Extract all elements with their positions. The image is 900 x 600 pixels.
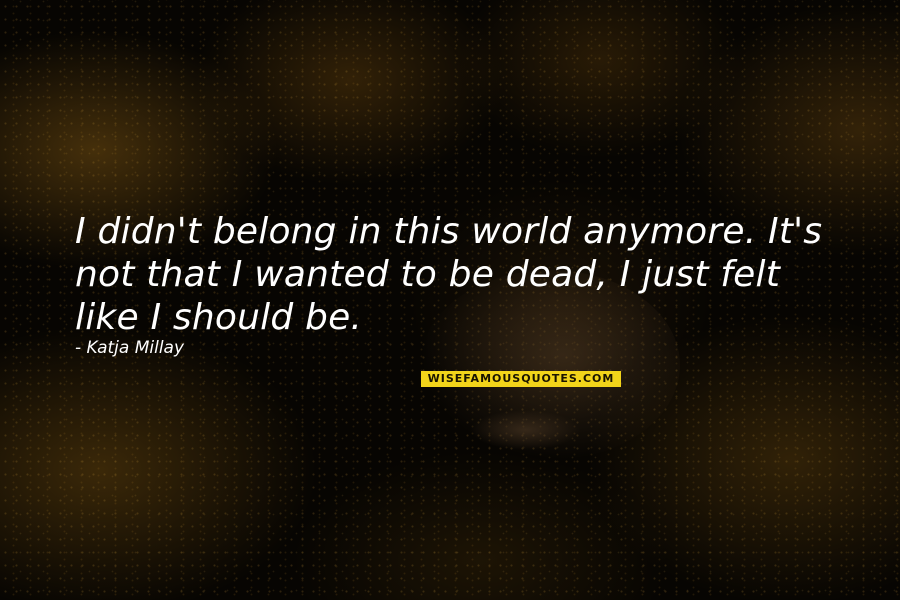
quote-line: not that I wanted to be dead, I just fel…	[75, 254, 781, 295]
watermark-label: WISEFAMOUSQUOTES.COM	[421, 371, 621, 387]
quote-text: I didn't belong in this world anymore. I…	[75, 210, 855, 339]
background-figure-arm	[470, 410, 580, 450]
quote-author: - Katja Millay	[75, 338, 185, 358]
quote-line: like I should be.	[75, 297, 363, 338]
quote-image: I didn't belong in this world anymore. I…	[0, 0, 900, 600]
quote-line: I didn't belong in this world anymore. I…	[75, 211, 823, 252]
